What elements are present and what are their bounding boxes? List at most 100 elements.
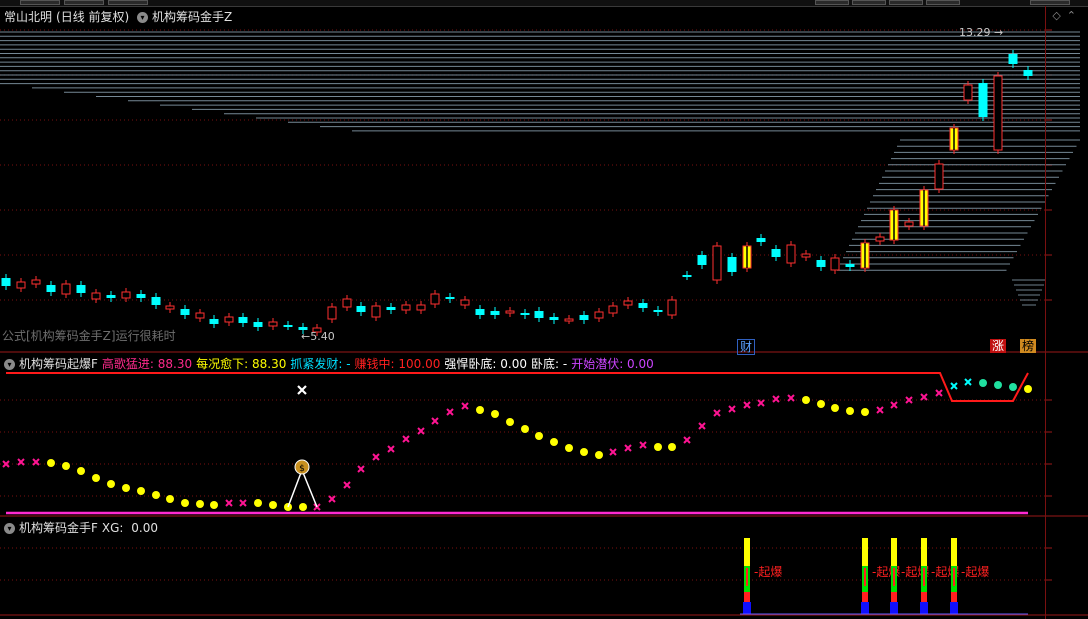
yellow-dot xyxy=(535,432,543,440)
magenta-cross-mark xyxy=(905,396,913,404)
signal-bar-red xyxy=(891,592,897,602)
candle-body xyxy=(934,163,944,190)
candle-body xyxy=(61,283,71,295)
signal-bar-blue xyxy=(920,602,928,614)
panel3-name[interactable]: 机构筹码金手F xyxy=(19,521,98,535)
candle-body xyxy=(238,317,248,323)
candle-body xyxy=(490,311,500,315)
yellow-dot xyxy=(92,474,100,482)
panel2-field: 卧底: - xyxy=(530,357,568,371)
limit-up-badge[interactable]: 涨 xyxy=(990,339,1007,353)
ranking-badge[interactable]: 榜 xyxy=(1020,339,1037,353)
red-channel-line xyxy=(6,372,1029,402)
candle-body xyxy=(430,293,440,305)
yellow-dot xyxy=(1024,385,1032,393)
magenta-cross-mark xyxy=(920,393,928,401)
candle-body xyxy=(165,305,175,310)
candle-body xyxy=(342,298,352,308)
xg-label: XG: xyxy=(101,521,124,535)
magenta-cross-mark xyxy=(239,499,247,507)
panel2-field: 强悍卧底: 0.00 xyxy=(444,357,527,371)
magenta-cross-mark xyxy=(772,395,780,403)
panel2-field: 高歌猛进: 88.30 xyxy=(101,357,193,371)
candle-body xyxy=(505,310,515,314)
candle-body xyxy=(727,257,737,272)
signal-bar-blue xyxy=(743,602,751,614)
candle-body xyxy=(253,322,263,327)
period-label[interactable]: (日线 前复权) xyxy=(56,10,129,24)
right-axis-divider xyxy=(1045,6,1046,619)
signal-bar-blue xyxy=(890,602,898,614)
magenta-cross-mark xyxy=(225,499,233,507)
magenta-cross-mark xyxy=(639,441,647,449)
candle-body xyxy=(31,279,41,285)
signal-bar-yellow xyxy=(862,538,868,566)
magenta-cross-mark xyxy=(357,465,365,473)
yellow-dot xyxy=(299,503,307,511)
chart-canvas[interactable]: $-起爆 -起爆 -起爆 -起爆 -起爆 xyxy=(0,0,1088,619)
chevron-up-icon[interactable]: ⌃ xyxy=(1067,9,1082,22)
signal-bar-red xyxy=(744,592,750,602)
finance-badge[interactable]: 财 xyxy=(737,339,756,355)
candle-body xyxy=(460,299,470,306)
yellow-dot xyxy=(77,467,85,475)
candle-body xyxy=(579,315,589,320)
candle-body xyxy=(1,278,11,286)
candle-body xyxy=(121,291,131,299)
chevron-down-icon[interactable]: ▾ xyxy=(4,359,15,370)
signal-lines xyxy=(287,467,318,508)
yellow-dot xyxy=(152,491,160,499)
candle-body xyxy=(195,312,205,319)
signal-bar-yellow xyxy=(891,538,897,566)
candle-body xyxy=(76,285,86,293)
yellow-dot xyxy=(269,501,277,509)
panel2-field: 每况愈下: 88.30 xyxy=(196,357,287,371)
candle-body xyxy=(534,311,544,318)
candle-body xyxy=(136,294,146,298)
candle-body xyxy=(816,260,826,267)
diamond-icon[interactable]: ◇ xyxy=(1052,9,1066,22)
yellow-dot xyxy=(846,407,854,415)
yellow-dot xyxy=(181,499,189,507)
candle-body xyxy=(520,313,530,315)
chevron-down-icon[interactable]: ▾ xyxy=(4,523,15,534)
yellow-dot xyxy=(595,451,603,459)
magenta-cross-mark xyxy=(743,401,751,409)
magenta-cross-mark xyxy=(446,408,454,416)
panel2-name[interactable]: 机构筹码起爆F xyxy=(19,357,98,371)
chevron-down-icon[interactable]: ▾ xyxy=(137,12,149,23)
magenta-cross-mark xyxy=(935,389,943,397)
yellow-dot xyxy=(831,404,839,412)
signal-bar-red xyxy=(862,592,868,602)
candle-body xyxy=(327,306,337,320)
panel2-field: 赚钱中: 100.00 xyxy=(354,357,441,371)
magenta-cross-mark xyxy=(757,399,765,407)
candle-body xyxy=(712,245,722,281)
candle-body xyxy=(697,255,707,265)
signal-bar-blue xyxy=(861,602,869,614)
magenta-cross-mark xyxy=(372,453,380,461)
yellow-dot xyxy=(196,500,204,508)
yellow-dot xyxy=(107,480,115,488)
xg-value: 0.00 xyxy=(131,521,159,535)
panel3-header: ▾ 机构筹码金手F XG: 0.00 xyxy=(4,519,162,536)
candle-body xyxy=(445,297,455,299)
candle-body xyxy=(475,309,485,315)
magenta-cross-mark xyxy=(698,422,706,430)
candle-body xyxy=(371,305,381,318)
cyan-cross-mark xyxy=(964,378,972,386)
candle-body xyxy=(91,292,101,300)
candle-body xyxy=(386,307,396,310)
stock-name[interactable]: 常山北明 xyxy=(4,10,52,24)
indicator-name[interactable]: 机构筹码金手Z xyxy=(152,10,232,24)
yellow-dot xyxy=(47,459,55,467)
cyan-cross-mark xyxy=(950,382,958,390)
candle-body xyxy=(845,264,855,267)
candle-body xyxy=(875,236,885,242)
candle-body xyxy=(682,275,692,277)
candle-body xyxy=(608,305,618,314)
yellow-dot xyxy=(476,406,484,414)
signal-bar-blue xyxy=(950,602,958,614)
candle-body xyxy=(401,304,411,311)
candle-body xyxy=(963,84,973,101)
